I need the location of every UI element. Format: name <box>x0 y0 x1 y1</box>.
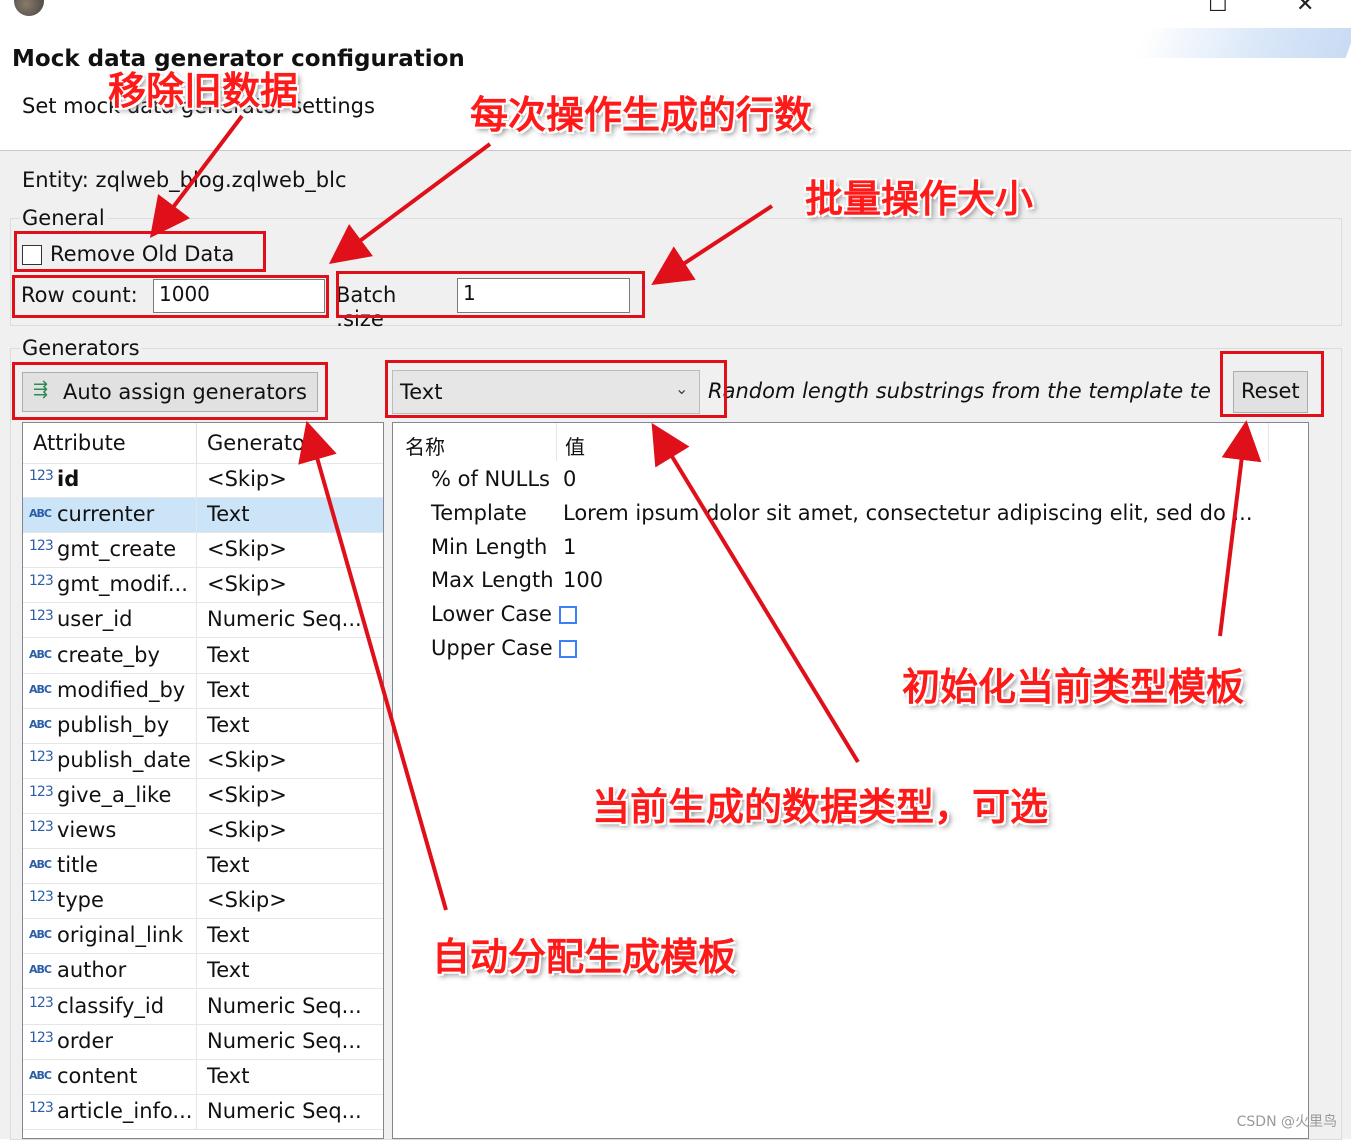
arrow-row-count <box>328 142 492 264</box>
annotation-rows-per-op: 每次操作生成的行数 <box>470 93 813 137</box>
arrow-batch-size <box>651 204 774 285</box>
annotation-reset-template: 初始化当前类型模板 <box>902 665 1245 709</box>
annotation-auto-assign: 自动分配生成模板 <box>432 935 737 979</box>
watermark: CSDN @火里鸟 <box>1236 1114 1337 1130</box>
arrow-remove-old <box>149 114 244 238</box>
annotation-remove-old: 移除旧数据 <box>108 69 299 113</box>
arrow-data-type <box>651 422 860 764</box>
annotation-data-type: 当前生成的数据类型，可选 <box>592 785 1049 829</box>
arrow-reset <box>1218 420 1262 637</box>
arrow-auto-assign <box>298 420 448 911</box>
annotation-batch-size: 批量操作大小 <box>805 177 1034 221</box>
